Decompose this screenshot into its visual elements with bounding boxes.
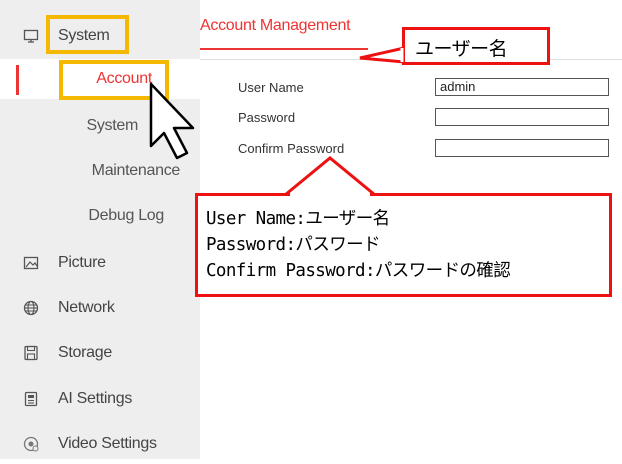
sidebar-item-network[interactable]: Network [0,288,200,328]
sidebar-item-label: Storage [58,344,112,361]
user-name-callout-text: ユーザー名 [415,38,508,60]
user-name-label: User Name [238,80,304,95]
sidebar-subitem-label: Maintenance [91,162,181,179]
sidebar-item-storage[interactable]: Storage [0,333,200,373]
sidebar-item-label: Network [58,299,115,316]
sidebar-item-label: Picture [58,254,106,271]
sidebar-subitem-debug-log[interactable]: Debug Log [0,196,200,236]
tab-active-underline [200,48,368,50]
account-highlight-box [59,60,169,100]
big-callout-pointer [280,156,380,197]
sidebar-item-label: AI Settings [58,390,133,407]
password-input[interactable] [435,108,609,126]
globe-icon [22,299,40,317]
confirm-password-input[interactable] [435,139,609,157]
active-indicator [16,65,19,95]
sidebar-item-ai-settings[interactable]: AI Settings [0,379,200,419]
storage-icon [22,344,40,362]
ai-settings-icon [22,390,40,408]
callout-line-confirm-password: Confirm Password:パスワードの確認 [206,261,511,281]
confirm-password-label: Confirm Password [238,141,345,156]
picture-icon [22,254,40,272]
callout-line-password: Password:パスワード [206,235,381,255]
tab-account-management[interactable]: Account Management [200,17,351,35]
video-settings-icon [22,435,40,453]
callout-line-user-name: User Name:ユーザー名 [206,209,390,229]
sidebar-subitem-label: Debug Log [88,207,164,224]
sidebar-item-picture[interactable]: Picture [0,243,200,283]
sidebar-subitem-maintenance[interactable]: Maintenance [0,151,200,191]
user-name-input[interactable]: admin [435,78,609,96]
sidebar-item-label: Video Settings [58,435,157,452]
fields-explanation-callout: User Name:ユーザー名 Password:パスワード Confirm P… [195,193,612,297]
sidebar-subitem-label: System [86,117,138,134]
sidebar-subitem-system[interactable]: System [0,106,200,146]
system-highlight-box [46,15,129,54]
monitor-icon [22,27,40,45]
sidebar-item-video-settings[interactable]: Video Settings [0,424,200,464]
user-name-callout: ユーザー名 [402,27,550,65]
password-label: Password [238,110,296,125]
